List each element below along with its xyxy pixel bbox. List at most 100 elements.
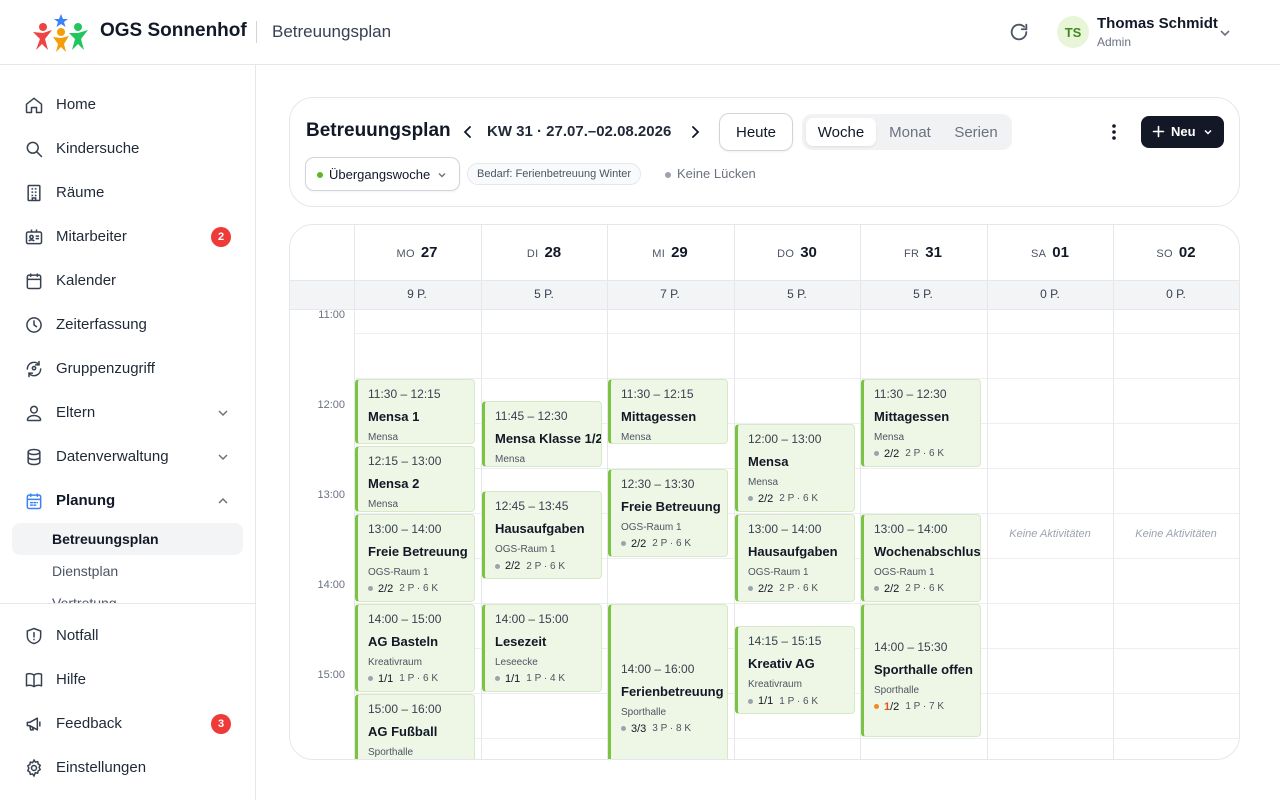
day-number: 31 [925, 244, 942, 261]
chevron-down-icon[interactable] [1218, 26, 1232, 40]
sidebar-subitem-betreuungsplan[interactable]: Betreuungsplan [12, 523, 243, 555]
top-bar: OGS Sonnenhof Betreuungsplan TS Thomas S… [0, 0, 1280, 65]
event-card[interactable]: 11:30 – 12:15 Mensa 1 Mensa [355, 378, 475, 444]
view-series-button[interactable]: Serien [944, 118, 1008, 146]
day-of-week: SO [1156, 248, 1173, 260]
sidebar-item-mitarbeiter[interactable]: Mitarbeiter 2 [12, 219, 243, 255]
chevron-right-icon[interactable] [687, 124, 703, 140]
event-staffing: 2/2 2 P · 6 K [368, 583, 438, 595]
sidebar-item-hilfe[interactable]: Hilfe [12, 662, 243, 698]
staffing-meta: 2 P · 6 K [526, 560, 566, 572]
event-card[interactable]: 12:45 – 13:45 Hausaufgaben OGS-Raum 1 2/2 2 … [482, 491, 602, 579]
new-button[interactable]: Neu [1141, 116, 1224, 148]
today-button[interactable]: Heute [719, 113, 793, 151]
sidebar-item-raeume[interactable]: Räume [12, 175, 243, 211]
event-time: 13:00 – 14:00 [368, 521, 442, 536]
sidebar-item-datenverwaltung[interactable]: Datenverwaltung [12, 439, 243, 475]
event-card[interactable]: 14:15 – 15:15 Kreativ AG Kreativraum 1/1 1 P… [735, 626, 855, 714]
event-time: 15:00 – 16:00 [368, 701, 442, 716]
view-month-button[interactable]: Monat [876, 118, 944, 146]
day-header[interactable]: MO 27 [354, 244, 480, 262]
event-card[interactable]: 12:15 – 13:00 Mensa 2 Mensa [355, 446, 475, 512]
sidebar-item-einstellungen[interactable]: Einstellungen [12, 750, 243, 786]
event-room: OGS-Raum 1 [495, 544, 556, 555]
phase-select-value: Übergangswoche [329, 167, 431, 182]
event-time: 14:00 – 15:00 [368, 611, 442, 626]
page-title: Betreuungsplan [306, 120, 451, 141]
sidebar-item-planung[interactable]: Planung [12, 483, 243, 519]
sidebar-item-feedback[interactable]: Feedback 3 [12, 706, 243, 742]
event-time: 12:30 – 13:30 [621, 476, 695, 491]
view-week-button[interactable]: Woche [806, 118, 876, 146]
sidebar-item-kindersuche[interactable]: Kindersuche [12, 131, 243, 167]
sidebar-item-label: Hilfe [56, 671, 87, 688]
grid-line [354, 737, 1239, 739]
staffing-fraction: 2/2 [505, 560, 521, 572]
staffing-meta: 2 P · 6 K [905, 583, 945, 594]
event-card[interactable]: 14:00 – 15:00 Lesezeit Leseecke 1/1 1 P · 4 … [482, 603, 602, 692]
day-header[interactable]: SA 01 [987, 244, 1113, 262]
users-icon [26, 405, 42, 422]
event-card[interactable]: 15:00 – 16:00AG FußballSporthalle2/22 P … [355, 693, 475, 759]
day-header[interactable]: SO 02 [1113, 244, 1239, 262]
event-card[interactable]: 14:00 – 15:30 Sporthalle offen Sporthalle 1… [861, 603, 981, 737]
time-label: 14:00 [317, 578, 345, 591]
sidebar-item-label: Eltern [56, 404, 96, 421]
event-card[interactable]: 13:00 – 14:00 Hausaufgaben OGS-Raum 1 2/2 2 … [735, 513, 855, 602]
sidebar-item-kalender[interactable]: Kalender [12, 263, 243, 299]
day-header[interactable]: DO 30 [734, 244, 860, 262]
day-number: 02 [1178, 244, 1196, 261]
phase-select[interactable]: Übergangswoche [305, 157, 460, 191]
megaphone-icon [26, 717, 41, 731]
status-dot [621, 726, 626, 731]
new-button-label: Neu [1171, 124, 1196, 139]
day-number: 29 [671, 244, 688, 261]
status-dot [874, 586, 879, 591]
status-dot [368, 676, 373, 681]
event-title: Mensa Klasse 1/2 [495, 431, 602, 446]
event-card[interactable]: 13:00 – 14:00 Wochenabschluss OGS-Raum 1 2/… [861, 513, 981, 602]
grid-line [354, 332, 1239, 334]
event-title: Sporthalle offen [874, 661, 973, 677]
gaps-status: Keine Lücken [677, 166, 756, 181]
event-card[interactable]: 12:00 – 13:00 Mensa Mensa 2/2 2 P · 6 K [735, 423, 855, 512]
user-name[interactable]: Thomas Schmidt [1097, 15, 1218, 32]
event-staffing: 1/1 1 P · 6 K [748, 695, 818, 707]
chevron-down-icon [218, 454, 228, 461]
event-card[interactable]: 14:00 – 15:00 AG Basteln Kreativraum 1/1 1 P… [355, 603, 475, 692]
sidebar-subitem-dienstplan[interactable]: Dienstplan [12, 555, 243, 587]
staffing-filled: 1 [884, 700, 891, 713]
event-title: AG Fußball [368, 723, 438, 739]
event-staffing: 2/2 2 P · 6 K [748, 583, 818, 595]
staffing-fraction: 1/1 [758, 695, 774, 707]
sidebar-item-label: Home [56, 96, 97, 113]
week-label: KW 31 · 27.07.–02.08.2026 [487, 123, 672, 140]
day-header[interactable]: FR 31 [860, 244, 986, 262]
sidebar-item-eltern[interactable]: Eltern [12, 395, 243, 431]
day-header[interactable]: DI 28 [481, 244, 607, 262]
event-card[interactable]: 11:30 – 12:15 Mittagessen Mensa [608, 378, 728, 444]
event-time: 11:30 – 12:15 [368, 386, 441, 401]
event-time: 12:45 – 13:45 [495, 499, 569, 513]
more-options-icon[interactable] [1106, 122, 1122, 142]
sidebar-item-home[interactable]: Home [12, 87, 243, 123]
chevron-left-icon[interactable] [460, 124, 476, 140]
event-card[interactable]: 13:00 – 14:00 Freie Betreuung OGS-Raum 1 2/… [355, 513, 475, 602]
sidebar-item-gruppenzugriff[interactable]: Gruppenzugriff [12, 351, 243, 387]
event-room: Mensa [368, 499, 399, 510]
event-room: Sporthalle [874, 684, 920, 696]
sidebar-item-zeiterfassung[interactable]: Zeiterfassung [12, 307, 243, 343]
event-card[interactable]: 11:30 – 12:30 Mittagessen Mensa 2/2 2 P · 6 … [861, 378, 981, 467]
staffing-meta: 2 P · 6 K [779, 583, 819, 594]
event-room: OGS-Raum 1 [368, 566, 429, 578]
sidebar-item-label: Feedback [56, 715, 122, 732]
event-card[interactable]: 12:30 – 13:30 Freie Betreuung OGS-Raum 1 2/… [608, 468, 728, 557]
sidebar-subitem-vertretung[interactable]: Vertretung [12, 587, 243, 603]
sidebar-subitem-label: Vertretung [52, 595, 117, 603]
sidebar-item-notfall[interactable]: Notfall [12, 618, 243, 654]
event-card[interactable]: 11:45 – 12:30 Mensa Klasse 1/2 Mensa [482, 401, 602, 467]
day-header[interactable]: MI 29 [607, 244, 733, 262]
refresh-icon[interactable] [1008, 21, 1030, 43]
avatar[interactable]: TS [1057, 16, 1089, 48]
event-card[interactable]: 14:00 – 16:00 Ferienbetreuung A Sporthalle… [608, 603, 728, 759]
